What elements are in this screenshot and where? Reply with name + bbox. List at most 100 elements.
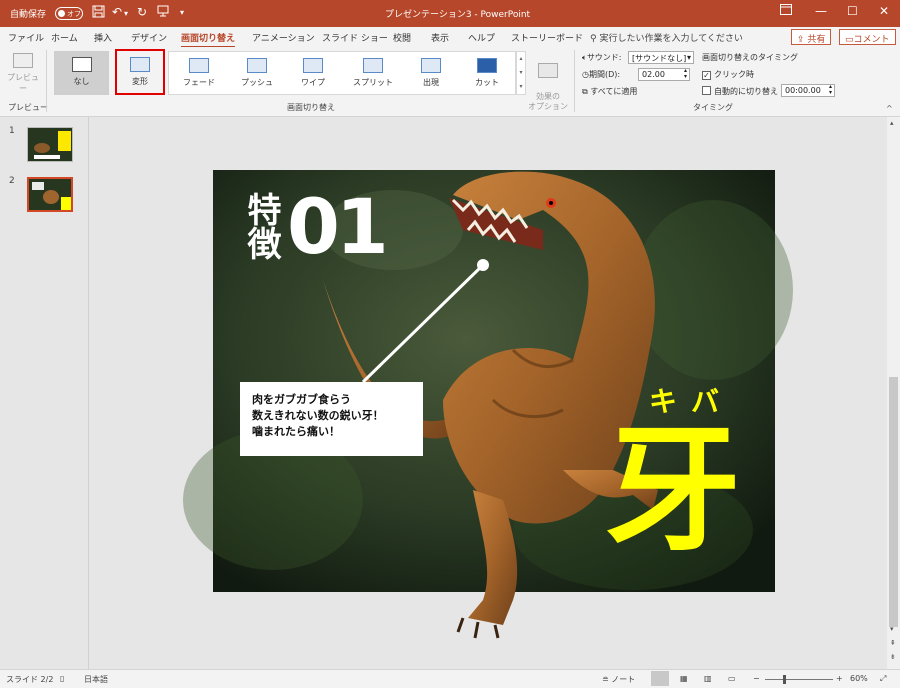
tab-storyboard[interactable]: ストーリーボード [511, 31, 583, 44]
tell-me-box[interactable]: ⚲ 実行したい作業を入力してください [590, 31, 743, 44]
customize-qat-icon[interactable]: ▾ [180, 8, 184, 17]
effect-options-icon [538, 63, 558, 78]
fit-to-window-icon[interactable]: ⤢ [880, 674, 886, 684]
after-option[interactable]: 自動的に切り替え [702, 86, 778, 97]
comment-icon: ▭ [845, 35, 854, 45]
duration-input[interactable]: 02.00 ▴ ▾ [638, 68, 690, 81]
preview-label: プレビュー [7, 73, 39, 93]
previous-slide-icon[interactable]: ⇞ [890, 639, 896, 647]
on-click-checkbox[interactable]: ✓ [702, 71, 711, 80]
tab-transitions[interactable]: 画面切り替え [181, 31, 236, 48]
transition-push[interactable]: プッシュ [235, 58, 279, 88]
chevron-down-icon: ▾ [686, 53, 691, 62]
scroll-up-icon[interactable]: ▴ [890, 119, 894, 127]
zoom-level[interactable]: 60% [850, 674, 868, 683]
tab-animations[interactable]: アニメーション [252, 31, 315, 44]
redo-icon[interactable]: ↻ [137, 5, 147, 19]
split-label: スプリット [353, 78, 393, 87]
tab-slideshow[interactable]: スライド ショー [322, 31, 388, 44]
scroll-down-icon[interactable]: ▾ [890, 625, 894, 633]
transition-cut[interactable]: カット [465, 58, 509, 88]
duration-value: 02.00 [642, 70, 665, 79]
lightbulb-icon: ⚲ [590, 34, 597, 44]
spinner-icon[interactable]: ▴ ▾ [684, 68, 687, 80]
apply-all-button[interactable]: ⧉ すべてに適用 [582, 86, 637, 97]
feature-number: 01 [287, 182, 389, 271]
apply-all-icon: ⧉ [582, 87, 588, 96]
sound-select[interactable]: [サウンドなし] ▾ [628, 51, 694, 64]
start-from-beginning-icon[interactable] [157, 5, 169, 20]
morph-icon [130, 57, 150, 72]
transition-morph-button[interactable]: 変形 [115, 49, 165, 95]
save-icon[interactable] [92, 5, 105, 21]
transition-fade[interactable]: フェード [177, 58, 221, 88]
status-bar: スライド 2/2 ▯ 日本語 ≘ ノート ▦ ▥ ▭ − + 60% ⤢ [0, 669, 900, 688]
notes-button[interactable]: ≘ ノート [602, 674, 635, 685]
next-slide-icon[interactable]: ⇟ [890, 653, 896, 661]
zoom-in-icon[interactable]: + [836, 674, 843, 683]
after-checkbox[interactable] [702, 86, 711, 95]
gallery-up-icon[interactable]: ▴ [519, 55, 522, 62]
tab-insert[interactable]: 挿入 [94, 31, 112, 44]
cut-icon [477, 58, 497, 73]
effect-options-button[interactable]: 効果の オプション [528, 53, 568, 112]
reveal-label: 出現 [423, 78, 439, 87]
tab-review[interactable]: 校閲 [393, 31, 411, 44]
slide-thumbnail-2[interactable] [27, 177, 73, 212]
share-button[interactable]: ⇪ 共有 [791, 29, 832, 45]
callout-pointer-dot [477, 259, 489, 271]
tab-file[interactable]: ファイル [8, 31, 44, 44]
tab-home[interactable]: ホーム [51, 31, 78, 44]
normal-view-icon[interactable] [651, 671, 669, 686]
gallery-more-icon[interactable]: ▾ [519, 83, 522, 90]
tab-design[interactable]: デザイン [131, 31, 167, 44]
transition-none-button[interactable]: なし [54, 51, 109, 95]
zoom-out-icon[interactable]: − [753, 674, 760, 683]
slide-thumbnail-1[interactable] [27, 127, 73, 162]
accessibility-icon[interactable]: ▯ [60, 674, 64, 683]
transition-wipe[interactable]: ワイプ [291, 58, 335, 88]
slide-sorter-icon[interactable]: ▦ [680, 674, 688, 683]
close-icon[interactable]: ✕ [879, 4, 889, 18]
transition-reveal[interactable]: 出現 [409, 58, 453, 88]
sound-label: 🔈︎サウンド: [582, 52, 622, 63]
reading-view-icon[interactable]: ▥ [704, 674, 712, 683]
transitions-group-label: 画面切り替え [287, 103, 335, 112]
advance-title: 画面切り替えのタイミング [702, 53, 798, 62]
vertical-scrollbar[interactable]: ▴ ▾ ⇞ ⇟ [887, 117, 900, 669]
undo-icon[interactable]: ↶ [112, 5, 122, 19]
scroll-thumb[interactable] [889, 377, 898, 627]
tab-help[interactable]: ヘルプ [468, 31, 495, 44]
transition-split[interactable]: スプリット [349, 58, 397, 88]
notes-label: ノート [611, 675, 636, 684]
slide-show-icon[interactable]: ▭ [728, 674, 736, 683]
morph-label: 変形 [132, 77, 148, 86]
comments-button[interactable]: ▭コメント [839, 29, 896, 45]
preview-icon [13, 53, 33, 68]
zoom-slider-thumb[interactable] [782, 675, 786, 684]
spinner-icon[interactable]: ▴ ▾ [829, 84, 832, 96]
callout-line-3: 噛まれたら痛い！ [252, 425, 340, 438]
none-transition-icon [71, 57, 92, 72]
zoom-slider[interactable] [765, 679, 833, 680]
ribbon-display-options-icon[interactable] [780, 4, 792, 18]
undo-dropdown-icon[interactable]: ▾ [124, 9, 128, 18]
fade-icon [189, 58, 209, 73]
slide-count: スライド 2/2 [6, 675, 54, 684]
autosave-toggle[interactable]: オフ [55, 7, 83, 20]
notes-icon: ≘ [602, 675, 609, 684]
language-indicator[interactable]: 日本語 [84, 674, 108, 685]
gallery-down-icon[interactable]: ▾ [519, 69, 522, 76]
after-label: 自動的に切り替え [714, 87, 778, 96]
minimize-icon[interactable]: — [815, 4, 827, 18]
collapse-ribbon-icon[interactable]: ^ [886, 104, 893, 113]
gallery-scroll[interactable]: ▴ ▾ ▾ [516, 51, 526, 95]
tab-view[interactable]: 表示 [431, 31, 449, 44]
callout-box: 肉をガブガブ食らう 数えきれない数の鋭い牙！ 噛まれたら痛い！ [240, 382, 423, 456]
wipe-label: ワイプ [301, 78, 325, 87]
maximize-icon[interactable]: ☐ [847, 4, 858, 18]
after-time-input[interactable]: 00:00.00 ▴ ▾ [781, 84, 835, 97]
slide-canvas[interactable]: 特徴 01 肉をガブガブ食らう 数えきれない数の鋭い牙！ 噛まれたら痛い！ キバ… [183, 170, 793, 639]
on-click-option[interactable]: ✓ クリック時 [702, 69, 754, 80]
preview-button[interactable]: プレビュー [6, 53, 40, 94]
